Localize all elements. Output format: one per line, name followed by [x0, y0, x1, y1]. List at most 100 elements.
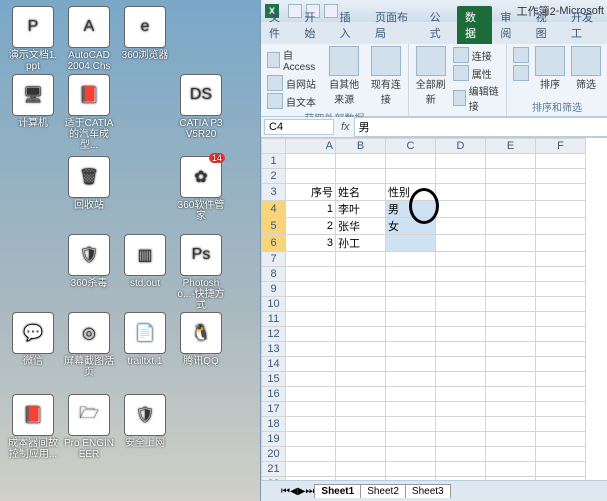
worksheet[interactable]: ABCDEF123序号姓名性别41李叶男52张华女63孙工78910111213… [261, 138, 607, 480]
tab-开发工[interactable]: 开发工 [563, 6, 607, 44]
cell-E9[interactable] [486, 282, 536, 297]
cell-D12[interactable] [436, 327, 486, 342]
cell-C6[interactable] [386, 235, 436, 252]
desktop-icon[interactable]: ▥std.out [120, 234, 170, 289]
cell-D4[interactable] [436, 201, 486, 218]
cell-A3[interactable]: 序号 [286, 184, 336, 201]
nav-last[interactable]: ⏭ [305, 486, 314, 497]
cell-F2[interactable] [536, 169, 586, 184]
grid[interactable]: ABCDEF123序号姓名性别41李叶男52张华女63孙工78910111213… [261, 138, 586, 480]
cell-E2[interactable] [486, 169, 536, 184]
btn-refresh-all[interactable]: 全部刷新 [415, 76, 447, 106]
cell-D13[interactable] [436, 342, 486, 357]
cell-B17[interactable] [336, 402, 386, 417]
row-header[interactable]: 15 [262, 372, 286, 387]
cell-E3[interactable] [486, 184, 536, 201]
cell-C4[interactable]: 男 [386, 201, 436, 218]
sheet-tab-Sheet1[interactable]: Sheet1 [314, 484, 361, 498]
cell-B16[interactable] [336, 387, 386, 402]
btn-sort[interactable]: 排序 [535, 76, 565, 91]
desktop-icon[interactable]: 🐧腾讯QQ [176, 312, 226, 367]
cell-B9[interactable] [336, 282, 386, 297]
cell-F11[interactable] [536, 312, 586, 327]
desktop-icon[interactable]: P演示文档1.ppt [8, 6, 58, 72]
cell-E11[interactable] [486, 312, 536, 327]
btn-filter[interactable]: 筛选 [571, 76, 601, 91]
cell-C16[interactable] [386, 387, 436, 402]
cell-D21[interactable] [436, 462, 486, 477]
row-header[interactable]: 17 [262, 402, 286, 417]
other-sources-icon[interactable] [329, 46, 359, 76]
cell-D14[interactable] [436, 357, 486, 372]
cell-C1[interactable] [386, 154, 436, 169]
cell-D20[interactable] [436, 447, 486, 462]
cell-C15[interactable] [386, 372, 436, 387]
cell-D11[interactable] [436, 312, 486, 327]
col-header-A[interactable]: A [286, 139, 336, 154]
cell-F10[interactable] [536, 297, 586, 312]
cell-A10[interactable] [286, 297, 336, 312]
cell-F13[interactable] [536, 342, 586, 357]
cell-F3[interactable] [536, 184, 586, 201]
cell-E19[interactable] [486, 432, 536, 447]
btn-sort-asc[interactable] [513, 46, 529, 64]
cell-A18[interactable] [286, 417, 336, 432]
cell-A19[interactable] [286, 432, 336, 447]
cell-B5[interactable]: 张华 [336, 218, 386, 235]
cell-B8[interactable] [336, 267, 386, 282]
cell-D2[interactable] [436, 169, 486, 184]
cell-F16[interactable] [536, 387, 586, 402]
row-header[interactable]: 16 [262, 387, 286, 402]
desktop-icon[interactable]: 📕适于CATIA的汽车成型... [64, 74, 114, 151]
tab-页面布局[interactable]: 页面布局 [367, 6, 422, 44]
cell-A13[interactable] [286, 342, 336, 357]
cell-A15[interactable] [286, 372, 336, 387]
cell-D18[interactable] [436, 417, 486, 432]
cell-A14[interactable] [286, 357, 336, 372]
desktop-icon[interactable]: ✿14360软件管家 [176, 156, 226, 222]
desktop-icon[interactable]: 📕成本器间故控制应用... [8, 394, 58, 460]
cell-D5[interactable] [436, 218, 486, 235]
cell-D6[interactable] [436, 235, 486, 252]
cell-B6[interactable]: 孙工 [336, 235, 386, 252]
cell-B21[interactable] [336, 462, 386, 477]
col-header-D[interactable]: D [436, 139, 486, 154]
nav-next[interactable]: ▶ [298, 486, 306, 497]
cell-F17[interactable] [536, 402, 586, 417]
cell-E12[interactable] [486, 327, 536, 342]
tab-开始[interactable]: 开始 [296, 6, 331, 44]
desktop-icon[interactable]: e360浏览器 [120, 6, 170, 61]
btn-other-sources[interactable]: 自其他来源 [324, 76, 364, 106]
cell-B15[interactable] [336, 372, 386, 387]
desktop-icon[interactable]: 💬微信 [8, 312, 58, 367]
row-header[interactable]: 7 [262, 252, 286, 267]
cell-D10[interactable] [436, 297, 486, 312]
cell-C12[interactable] [386, 327, 436, 342]
btn-properties[interactable]: 属性 [453, 64, 500, 82]
col-header-E[interactable]: E [486, 139, 536, 154]
btn-access[interactable]: 自 Access [267, 46, 318, 74]
tab-文件[interactable]: 文件 [261, 6, 296, 44]
col-header-C[interactable]: C [386, 139, 436, 154]
cell-A4[interactable]: 1 [286, 201, 336, 218]
desktop-icon[interactable]: 🗑回收站 [64, 156, 114, 211]
btn-text[interactable]: 自文本 [267, 92, 318, 110]
fx-label[interactable]: fx [337, 121, 354, 133]
cell-A12[interactable] [286, 327, 336, 342]
cell-C11[interactable] [386, 312, 436, 327]
cell-A7[interactable] [286, 252, 336, 267]
cell-B1[interactable] [336, 154, 386, 169]
row-header[interactable]: 13 [262, 342, 286, 357]
cell-C9[interactable] [386, 282, 436, 297]
row-header[interactable]: 8 [262, 267, 286, 282]
cell-F15[interactable] [536, 372, 586, 387]
cell-A9[interactable] [286, 282, 336, 297]
desktop-icon[interactable]: 🖥计算机 [8, 74, 58, 129]
filter-icon[interactable] [571, 46, 601, 76]
cell-B14[interactable] [336, 357, 386, 372]
row-header[interactable]: 22 [262, 477, 286, 481]
row-header[interactable]: 3 [262, 184, 286, 201]
cell-D3[interactable] [436, 184, 486, 201]
col-header-B[interactable]: B [336, 139, 386, 154]
formula-input[interactable]: 男 [354, 117, 607, 137]
